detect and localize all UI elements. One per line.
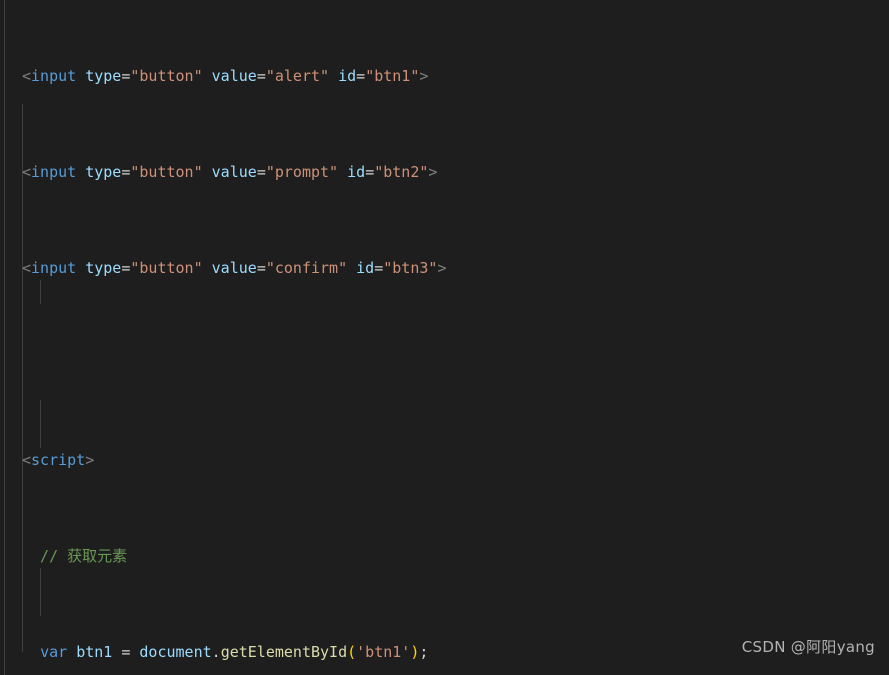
code-content[interactable]: <input type="button" value="alert" id="b… — [0, 0, 889, 675]
token-semicolon: ; — [419, 643, 429, 661]
token-angle-close: > — [419, 67, 429, 85]
token-paren-open: ( — [347, 643, 357, 661]
token-tag-name: input — [31, 67, 77, 85]
token-method-getelementbyid: getElementById — [220, 643, 348, 661]
token-equals: = — [256, 67, 266, 85]
token-attr-value-label: "confirm" — [265, 259, 348, 277]
code-line-input-prompt[interactable]: <input type="button" value="prompt" id="… — [0, 160, 889, 184]
token-angle-open: < — [22, 451, 32, 469]
token-angle-close: > — [437, 259, 447, 277]
token-tag-name: input — [31, 163, 77, 181]
token-attr-type: type — [85, 259, 122, 277]
token-attr-type: type — [85, 163, 122, 181]
code-line-script-open[interactable]: <script> — [0, 448, 889, 472]
token-attr-id: id — [347, 163, 366, 181]
token-angle-open: < — [22, 163, 32, 181]
token-string-arg: 'btn1' — [356, 643, 411, 661]
token-tag-name: script — [31, 451, 86, 469]
token-equals: = — [365, 163, 375, 181]
code-line-blank[interactable] — [0, 352, 889, 376]
code-editor-viewport[interactable]: <input type="button" value="alert" id="b… — [0, 0, 889, 675]
token-angle-open: < — [22, 67, 32, 85]
token-dot: . — [211, 643, 221, 661]
token-attr-id: id — [338, 67, 357, 85]
code-line-input-alert[interactable]: <input type="button" value="alert" id="b… — [0, 64, 889, 88]
token-attr-id: id — [356, 259, 375, 277]
token-object-document: document — [139, 643, 212, 661]
token-attr-value-label: "alert" — [265, 67, 330, 85]
token-attr-value-label: "prompt" — [265, 163, 339, 181]
token-attr-type: type — [85, 67, 122, 85]
code-line-comment-get-elements[interactable]: // 获取元素 — [0, 544, 889, 568]
token-attr-value: value — [211, 163, 257, 181]
token-equals: = — [356, 67, 366, 85]
token-attr-value: value — [211, 259, 257, 277]
token-attr-value-type: "button" — [130, 163, 203, 181]
token-equals: = — [374, 259, 384, 277]
token-attr-value-type: "button" — [130, 259, 203, 277]
token-equals: = — [256, 163, 266, 181]
token-attr-value-id: "btn2" — [374, 163, 429, 181]
token-attr-value-type: "button" — [130, 67, 203, 85]
token-angle-open: < — [22, 259, 32, 277]
csdn-watermark: CSDN @阿阳yang — [741, 638, 875, 656]
token-keyword-var: var — [40, 643, 68, 661]
token-angle-close: > — [85, 451, 95, 469]
token-identifier: btn1 — [76, 643, 113, 661]
token-attr-value-id: "btn3" — [383, 259, 438, 277]
token-attr-value: value — [211, 67, 257, 85]
code-line-input-confirm[interactable]: <input type="button" value="confirm" id=… — [0, 256, 889, 280]
token-angle-close: > — [428, 163, 438, 181]
token-attr-value-id: "btn1" — [365, 67, 420, 85]
token-equals: = — [256, 259, 266, 277]
token-tag-name: input — [31, 259, 77, 277]
token-comment: // 获取元素 — [22, 547, 128, 565]
